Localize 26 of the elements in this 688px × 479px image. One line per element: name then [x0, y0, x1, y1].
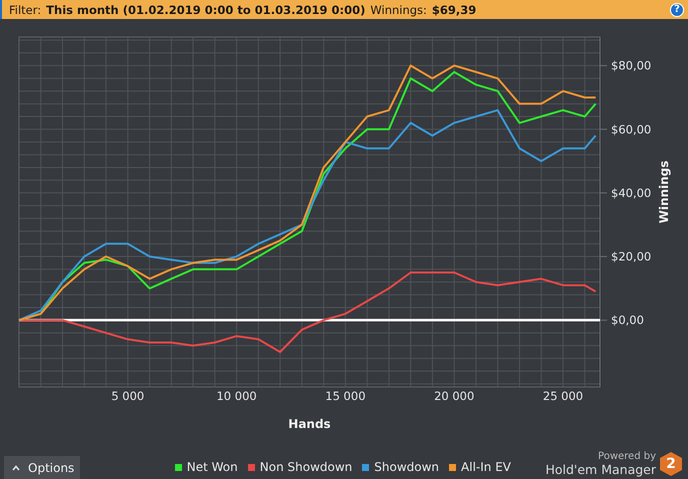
y-axis-title: Winnings	[657, 160, 671, 224]
legend-label: Showdown	[374, 460, 440, 474]
brand-name: Hold'em Manager	[545, 462, 656, 476]
help-button[interactable]: ?	[670, 2, 684, 16]
legend-label: Non Showdown	[260, 460, 352, 474]
powered-by-text: Powered by	[598, 452, 656, 463]
x-tick-label: 10 000	[216, 389, 257, 403]
winnings-label: Winnings:	[370, 2, 427, 16]
chevron-up-icon	[12, 464, 20, 470]
winnings-value: $69,39	[432, 2, 476, 16]
y-tick-label: $40,00	[611, 186, 652, 200]
x-tick-label: 20 000	[434, 389, 474, 403]
filter-label: Filter:	[9, 2, 42, 16]
options-button[interactable]: Options	[4, 456, 80, 479]
brand-logo: 2	[660, 452, 682, 476]
x-tick-label: 5 000	[111, 389, 144, 403]
y-tick-label: $60,00	[611, 122, 652, 136]
y-tick-label: $80,00	[611, 58, 652, 73]
filter-value: This month (01.02.2019 0:00 to 01.03.2019 0:00)	[46, 2, 366, 16]
x-axis-title: Hands	[288, 417, 331, 431]
y-tick-label: $0,00	[611, 313, 644, 328]
legend-label: All-In EV	[461, 460, 511, 474]
y-tick-label: $20,00	[611, 250, 652, 264]
x-tick-label: 15 000	[325, 389, 366, 403]
x-tick-label: 25 000	[542, 389, 584, 403]
legend-label: Net Won	[186, 460, 238, 474]
